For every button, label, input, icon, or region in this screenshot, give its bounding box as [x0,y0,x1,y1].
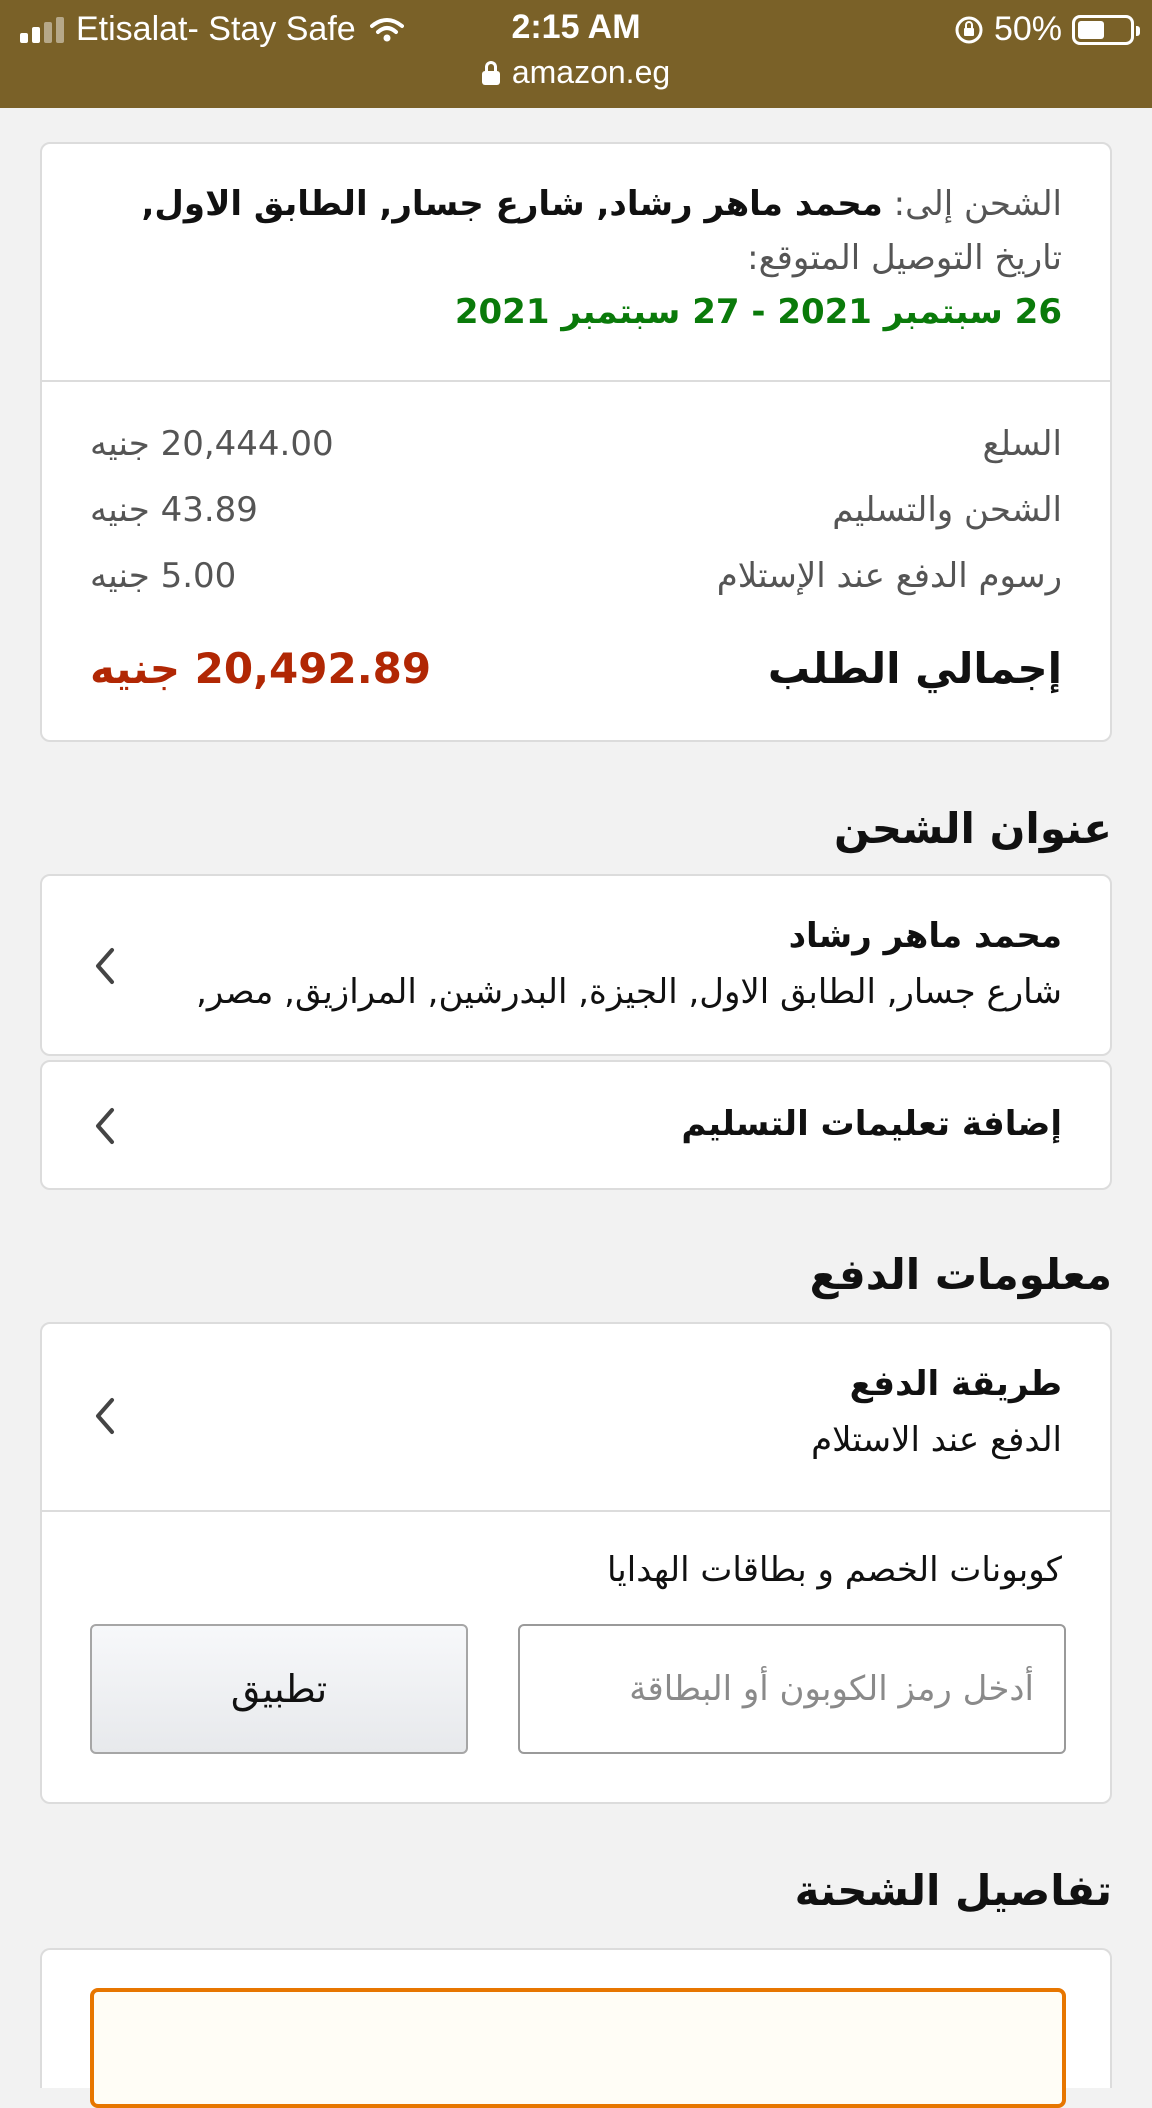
ship-to-label: الشحن إلى: [893,184,1062,224]
coupon-label: كوبونات الخصم و بطاقات الهدايا [606,1550,1062,1590]
payment-card: طريقة الدفع الدفع عند الاستلام كوبونات ا… [40,1322,1112,1804]
items-value: 20,444.00 جنيه [90,424,334,464]
items-label: السلع [982,424,1063,464]
delivery-date-label: تاريخ التوصيل المتوقع: [747,238,1062,278]
shipment-card [40,1948,1112,2108]
order-total-label: إجمالي الطلب [767,644,1062,693]
status-bar: Etisalat- Stay Safe 2:15 AM 50% amazon.e… [0,0,1152,108]
divider [42,1510,1110,1512]
recipient-name: محمد ماهر رشاد [788,916,1062,956]
apply-coupon-button[interactable]: تطبيق [90,1624,468,1754]
payment-method-value: الدفع عند الاستلام [811,1420,1062,1460]
shipping-address-title: عنوان الشحن [833,804,1112,853]
rotation-lock-icon [955,16,983,43]
url-text: amazon.eg [511,54,671,90]
payment-info-title: معلومات الدفع [809,1250,1112,1299]
cod-fee-label: رسوم الدفع عند الإستلام [716,556,1062,596]
ship-to-value: محمد ماهر رشاد, شارع جسار, الطابق الاول, [141,184,883,224]
payment-method-row[interactable]: طريقة الدفع الدفع عند الاستلام [42,1324,1110,1510]
chevron-left-icon [90,1394,118,1438]
recipient-address: شارع جسار, الطابق الاول, الجيزة, البدرشي… [196,972,1062,1012]
ship-to-line: الشحن إلى: محمد ماهر رشاد, شارع جسار, ال… [82,184,1062,224]
address-card[interactable]: محمد ماهر رشاد شارع جسار, الطابق الاول, … [40,874,1112,1056]
url-bar[interactable]: amazon.eg [0,54,1152,91]
delivery-instructions-row[interactable]: إضافة تعليمات التسليم [40,1060,1112,1190]
battery-percent: 50% [993,10,1062,48]
lock-icon [481,60,500,85]
battery-icon [1072,14,1140,45]
shipment-details-title: تفاصيل الشحنة [794,1866,1112,1915]
divider [42,380,1110,382]
order-summary-card: الشحن إلى: محمد ماهر رشاد, شارع جسار, ال… [40,142,1112,742]
shipping-label: الشحن والتسليم [832,490,1062,530]
delivery-date-range: 26 سبتمبر 2021 - 27 سبتمبر 2021 [454,292,1062,332]
shipping-value: 43.89 جنيه [90,490,258,530]
shipment-option-box[interactable] [90,1988,1066,2108]
order-total-value: 20,492.89 جنيه [90,644,432,693]
chevron-left-icon [90,1104,118,1148]
cod-fee-value: 5.00 جنيه [90,556,237,596]
status-right: 50% [954,10,1140,49]
payment-method-label: طريقة الدفع [849,1364,1062,1404]
delivery-instructions-label: إضافة تعليمات التسليم [681,1104,1062,1144]
chevron-left-icon [90,944,118,988]
coupon-input[interactable]: أدخل رمز الكوبون أو البطاقة [518,1624,1066,1754]
